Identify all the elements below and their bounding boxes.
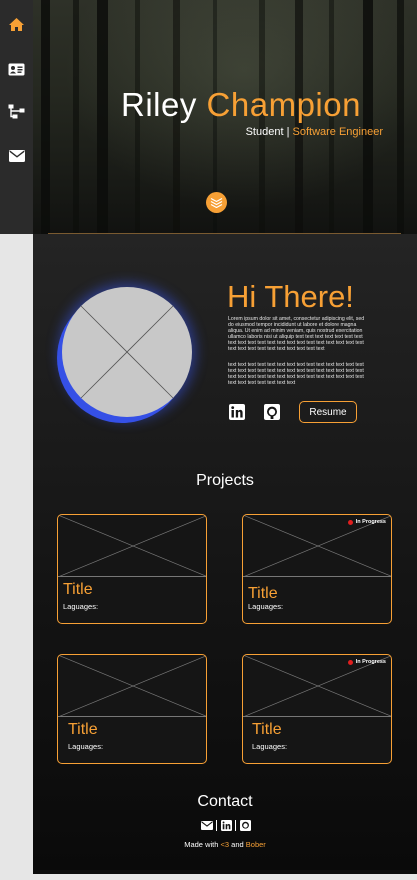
hero-subtitle: Student | Software Engineer	[153, 126, 383, 138]
about-bio: Lorem ipsum dolor sit amet, consectetur …	[228, 316, 366, 396]
footer-credit: Made with <3 and Bober	[33, 840, 417, 849]
hero-role-student: Student	[245, 126, 284, 138]
status-badge-label: In Progress	[355, 659, 386, 665]
contact-links	[196, 818, 256, 832]
project-title: Title	[248, 585, 278, 602]
hero-name: Riley Champion	[111, 86, 371, 124]
avatar-placeholder	[62, 287, 192, 417]
sitemap-icon	[8, 104, 25, 118]
chevrons-down-icon	[210, 197, 223, 208]
about-paragraph-1: Lorem ipsum dolor sit amet, consectetur …	[228, 316, 365, 352]
nav-about-button[interactable]	[0, 54, 33, 84]
status-badge: In Progress	[347, 659, 386, 665]
project-languages: Laguages:	[252, 742, 288, 751]
project-title: Title	[252, 721, 282, 738]
github-icon	[239, 819, 251, 831]
sidebar-nav	[0, 0, 33, 234]
envelope-icon	[8, 150, 25, 162]
resume-button[interactable]: Resume	[299, 401, 357, 423]
hero-last-name: Champion	[206, 86, 361, 123]
project-languages: Laguages:	[68, 742, 104, 751]
contact-separator	[235, 819, 236, 831]
github-icon	[263, 403, 280, 420]
footer-author: Bober	[245, 840, 266, 849]
contact-linkedin-link[interactable]	[220, 819, 232, 831]
nav-home-button[interactable]	[0, 9, 33, 39]
project-card[interactable]: Title Laguages:	[57, 654, 207, 764]
scroll-down-button[interactable]	[206, 192, 227, 213]
footer-heart: <3	[220, 840, 230, 849]
project-image-placeholder	[58, 515, 206, 578]
about-paragraph-2: text text text text text text text text …	[228, 362, 364, 386]
hero-banner: Riley Champion Student | Software Engine…	[33, 0, 417, 234]
footer-and: and	[231, 840, 244, 849]
project-title: Title	[68, 721, 98, 738]
hero-separator: |	[286, 126, 290, 138]
linkedin-icon	[220, 819, 232, 831]
hero-role-engineer: Software Engineer	[292, 126, 384, 138]
status-badge-label: In Progress	[355, 519, 386, 525]
github-link[interactable]	[263, 403, 280, 420]
contact-separator	[216, 819, 217, 831]
status-dot-icon	[347, 659, 353, 665]
status-badge: In Progress	[347, 519, 386, 525]
projects-heading: Projects	[196, 472, 254, 489]
nav-contact-button[interactable]	[0, 141, 33, 171]
linkedin-icon	[228, 403, 245, 420]
hero-first-name: Riley	[121, 86, 197, 123]
project-title: Title	[63, 581, 93, 598]
footer-prefix: Made with	[184, 840, 219, 849]
envelope-icon	[201, 820, 213, 830]
main-content: Hi There! Lorem ipsum dolor sit amet, co…	[33, 234, 417, 874]
project-languages: Laguages:	[63, 602, 99, 611]
project-languages: Laguages:	[248, 602, 284, 611]
project-card[interactable]: In Progress Title Laguages:	[242, 654, 392, 764]
project-card[interactable]: Title Laguages:	[57, 514, 207, 624]
project-card[interactable]: In Progress Title Laguages:	[242, 514, 392, 624]
id-card-icon	[8, 63, 25, 75]
project-image-placeholder	[58, 655, 206, 718]
nav-projects-button[interactable]	[0, 96, 33, 126]
status-dot-icon	[347, 519, 353, 525]
contact-github-link[interactable]	[239, 819, 251, 831]
contact-email-link[interactable]	[201, 819, 213, 831]
contact-heading: Contact	[197, 793, 253, 810]
home-icon	[9, 17, 24, 31]
linkedin-link[interactable]	[228, 403, 245, 420]
about-heading: Hi There!	[227, 279, 354, 314]
